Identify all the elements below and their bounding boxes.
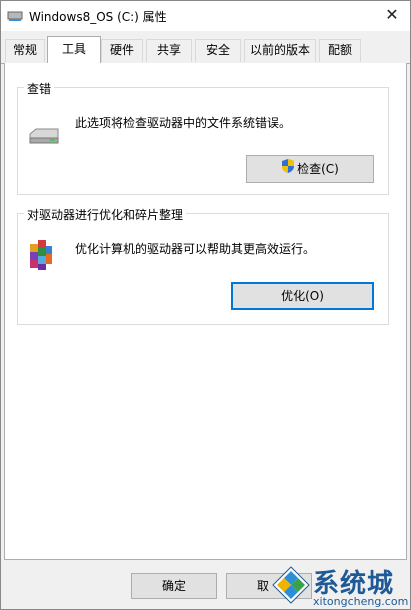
drive-icon: [28, 126, 60, 149]
defrag-icon: [26, 238, 56, 277]
window-title: Windows8_OS (C:) 属性: [29, 10, 167, 24]
tab-tools[interactable]: 工具: [47, 36, 101, 63]
properties-window: Windows8_OS (C:) 属性 ✕ 常规 工具 硬件 共享 安全 以前的…: [0, 0, 411, 610]
ok-button[interactable]: 确定: [131, 573, 217, 599]
tab-sharing[interactable]: 共享: [146, 39, 192, 62]
tab-strip: 常规 工具 硬件 共享 安全 以前的版本 配额: [1, 36, 410, 63]
watermark-domain: xitongcheng.com: [313, 595, 409, 608]
close-button[interactable]: ✕: [382, 5, 402, 25]
title-bar: Windows8_OS (C:) 属性 ✕: [1, 1, 410, 31]
watermark: 系统城 xitongcheng.com: [269, 561, 411, 610]
optimize-description: 优化计算机的驱动器可以帮助其更高效运行。: [75, 242, 316, 256]
error-checking-title: 查错: [24, 80, 55, 97]
close-icon: ✕: [385, 5, 399, 24]
tab-previous-versions[interactable]: 以前的版本: [244, 39, 316, 62]
shield-icon: [281, 157, 295, 183]
tab-hardware[interactable]: 硬件: [101, 39, 143, 62]
drive-title-icon: [7, 9, 23, 23]
watermark-logo-icon: [271, 565, 311, 608]
tab-quota[interactable]: 配额: [319, 39, 361, 62]
optimize-group: 对驱动器进行优化和碎片整理 优化计算机的驱动器可以帮助其更高效运行。 优化(O): [17, 206, 389, 325]
check-button[interactable]: 检查(C): [246, 155, 374, 183]
tab-security[interactable]: 安全: [195, 39, 241, 62]
tools-panel: 查错 此选项将检查驱动器中的文件系统错误。 检查(C) 对驱动器进行优化和碎片整…: [4, 63, 407, 560]
optimize-button[interactable]: 优化(O): [231, 282, 374, 310]
error-checking-group: 查错 此选项将检查驱动器中的文件系统错误。 检查(C): [17, 80, 389, 195]
error-checking-description: 此选项将检查驱动器中的文件系统错误。: [75, 116, 292, 130]
optimize-title: 对驱动器进行优化和碎片整理: [24, 206, 187, 223]
tab-general[interactable]: 常规: [5, 39, 45, 62]
